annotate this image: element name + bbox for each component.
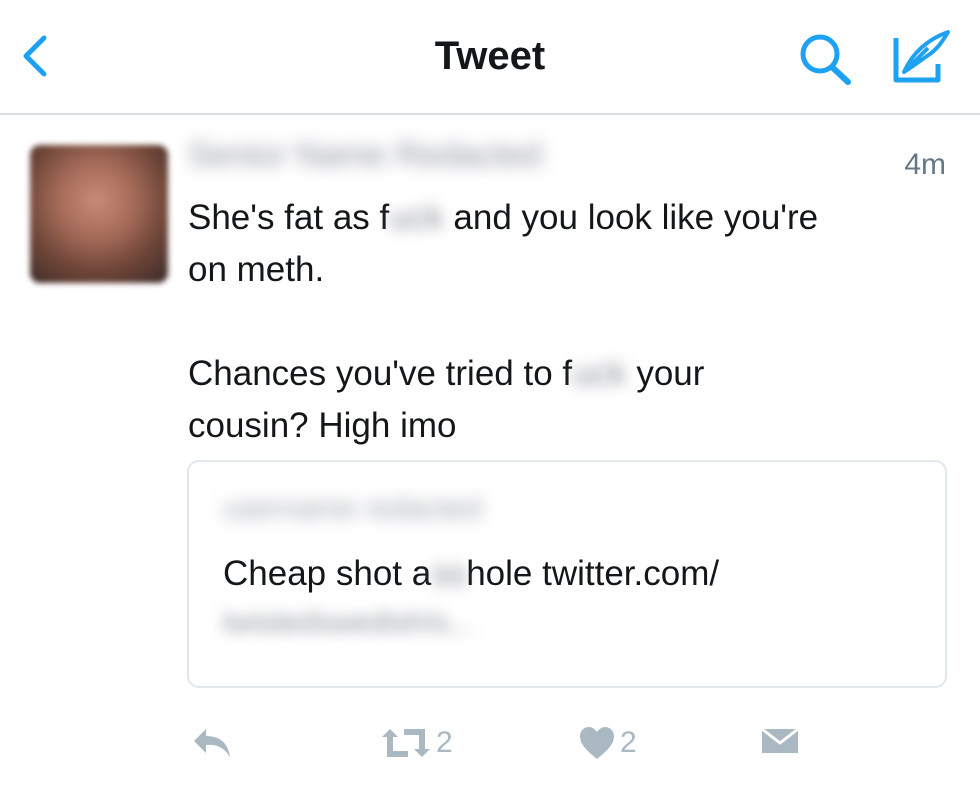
redacted-word: uck (389, 198, 444, 237)
quote-text-part: Cheap shot a (223, 554, 432, 593)
quoted-tweet-text: Cheap shot asshole twitter.com/ (223, 554, 719, 594)
reply-icon (194, 729, 230, 757)
like-count: 2 (620, 726, 637, 759)
avatar[interactable] (30, 145, 168, 283)
compose-button[interactable] (888, 28, 954, 86)
redacted-word: uck (572, 354, 627, 393)
search-icon (800, 34, 851, 85)
reply-button[interactable] (190, 725, 234, 761)
retweet-button[interactable]: 2 (380, 725, 453, 761)
quote-text-part: hole twitter.com/ (466, 554, 720, 593)
quoted-tweet-link[interactable]: twistedswedish/s... (223, 606, 473, 640)
top-nav-bar: Tweet (0, 0, 980, 115)
direct-message-button[interactable] (760, 725, 800, 757)
retweet-count: 2 (436, 726, 453, 759)
envelope-icon (761, 727, 799, 753)
redacted-word: ss (431, 554, 467, 593)
tweet-timestamp: 4m (904, 148, 946, 181)
like-button[interactable]: 2 (578, 725, 637, 761)
heart-icon (580, 727, 614, 759)
tweet-text: She's fat as fuck and you look like you'… (188, 192, 958, 452)
retweet-icon (382, 729, 430, 757)
author-name[interactable]: Senior Name Redacted (188, 136, 541, 175)
search-button[interactable] (796, 30, 856, 86)
quoted-author-name: username redacted (223, 492, 482, 525)
compose-icon (893, 30, 950, 83)
tweet-text-part: She's fat as f (188, 198, 390, 237)
quoted-tweet-card[interactable]: username redacted Cheap shot asshole twi… (187, 460, 947, 688)
tweet-actions-bar: 2 2 (0, 715, 980, 775)
